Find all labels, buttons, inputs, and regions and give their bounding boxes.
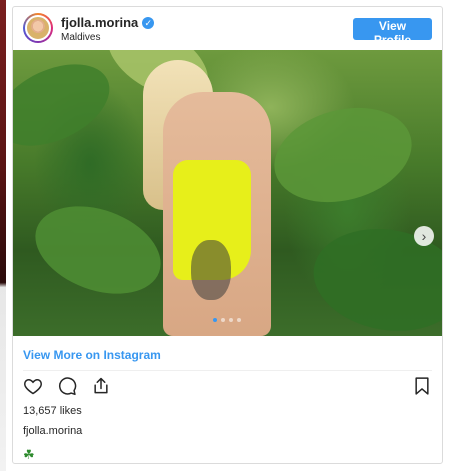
action-bar: [23, 376, 111, 396]
post-header: fjolla.morina ✓ Maldives View Profile: [13, 7, 442, 50]
username-row[interactable]: fjolla.morina ✓: [61, 15, 155, 30]
view-more-link[interactable]: View More on Instagram: [23, 348, 161, 362]
palm-leaf: [263, 93, 423, 217]
instagram-embed-card: fjolla.morina ✓ Maldives View Profile › …: [12, 6, 443, 464]
comment-icon[interactable]: [57, 376, 77, 396]
caption-emoji: ☘: [23, 447, 35, 462]
carousel-dot-active: [213, 318, 217, 322]
avatar[interactable]: [23, 13, 53, 43]
photo-subject-tattoo: [191, 240, 231, 300]
share-icon[interactable]: [91, 376, 111, 396]
carousel-dot: [221, 318, 225, 322]
likes-count[interactable]: 13,657 likes: [23, 405, 82, 417]
chevron-right-icon[interactable]: ›: [414, 226, 434, 246]
username[interactable]: fjolla.morina: [61, 15, 138, 30]
avatar-image: [25, 15, 51, 41]
view-profile-button[interactable]: View Profile: [353, 18, 432, 47]
palm-leaf: [13, 50, 123, 163]
carousel-indicator: [213, 318, 241, 322]
location[interactable]: Maldives: [61, 32, 100, 43]
heart-icon[interactable]: [23, 376, 43, 396]
divider: [23, 370, 432, 371]
caption-username[interactable]: fjolla.morina: [23, 425, 82, 437]
post-image[interactable]: ›: [13, 50, 442, 336]
palm-leaf: [23, 190, 173, 310]
verified-badge-icon: ✓: [142, 16, 155, 29]
background-strip: [0, 0, 6, 471]
carousel-dot: [229, 318, 233, 322]
bookmark-icon[interactable]: [412, 376, 432, 396]
carousel-dot: [237, 318, 241, 322]
